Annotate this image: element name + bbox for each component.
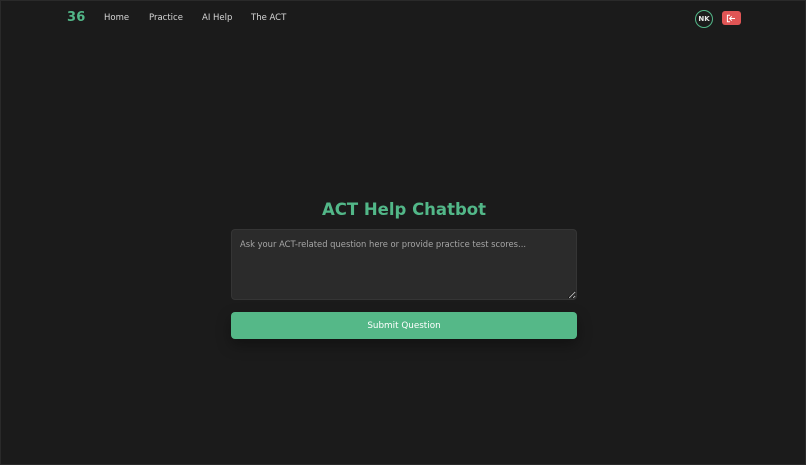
nav-link-practice[interactable]: Practice (149, 13, 183, 23)
avatar[interactable]: NK (695, 10, 713, 28)
logout-button[interactable] (722, 11, 741, 25)
nav-link-home[interactable]: Home (104, 13, 129, 23)
logo[interactable]: 36 (67, 10, 86, 25)
question-input[interactable] (231, 229, 577, 300)
avatar-initials: NK (698, 15, 710, 23)
submit-question-button[interactable]: Submit Question (231, 312, 577, 339)
logout-icon (726, 14, 737, 23)
navbar: 36 Home Practice AI Help The ACT NK (1, 1, 806, 37)
nav-link-the-act[interactable]: The ACT (251, 13, 286, 23)
page-title: ACT Help Chatbot (321, 200, 486, 219)
nav-link-ai-help[interactable]: AI Help (202, 13, 232, 23)
page: 36 Home Practice AI Help The ACT NK ACT … (0, 0, 806, 465)
